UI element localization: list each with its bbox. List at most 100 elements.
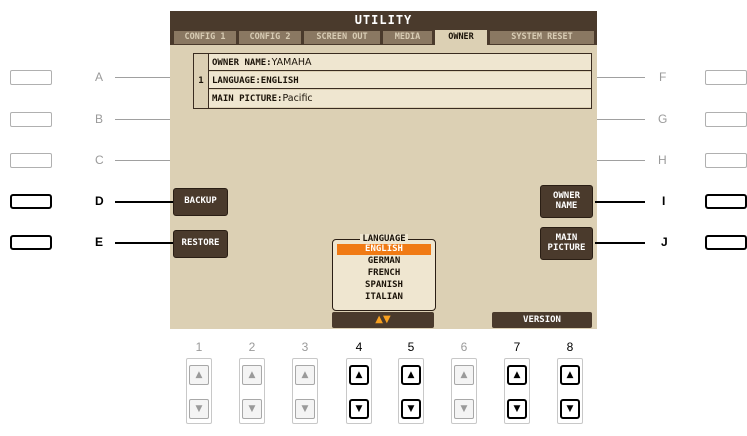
column-number-4: 4 — [355, 340, 363, 354]
owner-name-value: YAMAHA — [271, 57, 312, 68]
button-pair-1: ▲ ▼ — [186, 358, 212, 424]
button-j-label: J — [661, 235, 668, 249]
column-number-2: 2 — [248, 340, 256, 354]
button-pair-3: ▲ ▼ — [292, 358, 318, 424]
language-label: LANGUAGE: — [212, 76, 261, 86]
button-i-label: I — [662, 194, 666, 208]
button-pair-4: ▲ ▼ — [346, 358, 372, 424]
button-a[interactable] — [10, 70, 52, 85]
up-arrow-icon: ▲ — [355, 369, 363, 380]
button-pair-7: ▲ ▼ — [504, 358, 530, 424]
down-arrow-icon: ▼ — [460, 403, 468, 414]
button-pair-8: ▲ ▼ — [557, 358, 583, 424]
button-b-connector — [115, 119, 170, 120]
button-c[interactable] — [10, 153, 52, 168]
button-h[interactable] — [705, 153, 747, 168]
button-3-up[interactable]: ▲ — [295, 365, 315, 385]
button-d-connector — [115, 201, 173, 203]
button-1-up[interactable]: ▲ — [189, 365, 209, 385]
language-selector[interactable]: LANGUAGE ENGLISH GERMAN FRENCH SPANISH I… — [332, 234, 436, 311]
main-picture-label: MAIN PICTURE: — [212, 94, 283, 104]
button-f[interactable] — [705, 70, 747, 85]
button-i[interactable] — [705, 194, 747, 209]
up-arrow-icon: ▲ — [566, 369, 574, 380]
column-number-7: 7 — [513, 340, 521, 354]
down-arrow-icon: ▼ — [513, 403, 521, 414]
button-j[interactable] — [705, 235, 747, 250]
language-option-french[interactable]: FRENCH — [337, 268, 431, 279]
column-number-8: 8 — [566, 340, 574, 354]
down-arrow-icon: ▼ — [301, 403, 309, 414]
owner-name-button-line2: NAME — [555, 200, 578, 211]
tab-bar: CONFIG 1 CONFIG 2 SCREEN OUT MEDIA OWNER… — [170, 29, 597, 45]
button-4-up[interactable]: ▲ — [349, 365, 369, 385]
language-row: LANGUAGE:ENGLISH — [209, 72, 591, 89]
button-5-up[interactable]: ▲ — [401, 365, 421, 385]
restore-button[interactable]: RESTORE — [173, 230, 228, 258]
language-value: ENGLISH — [260, 76, 299, 86]
main-picture-button-line2: PICTURE — [547, 242, 586, 253]
version-button[interactable]: VERSION — [492, 312, 592, 328]
button-a-connector — [115, 77, 170, 78]
tab-media[interactable]: MEDIA — [383, 31, 432, 44]
button-b[interactable] — [10, 112, 52, 127]
up-down-arrow-button[interactable]: ▲▼ — [332, 312, 434, 328]
button-4-down[interactable]: ▼ — [349, 399, 369, 419]
up-arrow-icon: ▲ — [301, 369, 309, 380]
up-arrow-icon: ▲ — [407, 369, 415, 380]
button-2-up[interactable]: ▲ — [242, 365, 262, 385]
language-selector-title: LANGUAGE — [360, 234, 408, 244]
button-2-down[interactable]: ▼ — [242, 399, 262, 419]
down-arrow-icon: ▼ — [566, 403, 574, 414]
tab-system-reset[interactable]: SYSTEM RESET — [490, 31, 594, 44]
backup-button[interactable]: BACKUP — [173, 188, 228, 216]
lcd-screen: UTILITY CONFIG 1 CONFIG 2 SCREEN OUT MED… — [170, 11, 597, 329]
tab-screen-out[interactable]: SCREEN OUT — [304, 31, 380, 44]
button-pair-5: ▲ ▼ — [398, 358, 424, 424]
main-picture-button[interactable]: MAIN PICTURE — [540, 227, 593, 260]
button-8-up[interactable]: ▲ — [560, 365, 580, 385]
owner-name-label: OWNER NAME: — [212, 58, 272, 68]
tab-owner[interactable]: OWNER — [435, 30, 487, 45]
tab-config2[interactable]: CONFIG 2 — [239, 31, 301, 44]
language-option-german[interactable]: GERMAN — [337, 256, 431, 267]
button-h-label: H — [658, 153, 667, 167]
button-g-label: G — [658, 112, 668, 126]
button-c-label: C — [95, 153, 104, 167]
language-option-english[interactable]: ENGLISH — [337, 244, 431, 255]
button-8-down[interactable]: ▼ — [560, 399, 580, 419]
button-3-down[interactable]: ▼ — [295, 399, 315, 419]
up-arrow-icon: ▲ — [248, 369, 256, 380]
tab-config1[interactable]: CONFIG 1 — [174, 31, 236, 44]
button-g-connector — [597, 119, 645, 120]
button-f-connector — [597, 77, 645, 78]
button-6-up[interactable]: ▲ — [454, 365, 474, 385]
language-option-spanish[interactable]: SPANISH — [337, 280, 431, 291]
button-e[interactable] — [10, 235, 52, 250]
column-number-3: 3 — [301, 340, 309, 354]
button-f-label: F — [659, 70, 667, 84]
button-1-down[interactable]: ▼ — [189, 399, 209, 419]
owner-info-box: 1 OWNER NAME:YAMAHA LANGUAGE:ENGLISH MAI… — [193, 53, 592, 109]
button-i-connector — [595, 201, 645, 203]
button-pair-2: ▲ ▼ — [239, 358, 265, 424]
button-g[interactable] — [705, 112, 747, 127]
owner-name-button[interactable]: OWNER NAME — [540, 185, 593, 218]
button-d-label: D — [95, 194, 104, 208]
button-e-connector — [115, 242, 173, 244]
screen-title: UTILITY — [170, 11, 597, 29]
owner-name-row: OWNER NAME:YAMAHA — [209, 54, 591, 71]
up-arrow-icon: ▲ — [195, 369, 203, 380]
button-c-connector — [115, 160, 170, 161]
button-7-down[interactable]: ▼ — [507, 399, 527, 419]
button-5-down[interactable]: ▼ — [401, 399, 421, 419]
language-option-italian[interactable]: ITALIAN — [337, 292, 431, 303]
column-number-1: 1 — [195, 340, 203, 354]
button-7-up[interactable]: ▲ — [507, 365, 527, 385]
button-j-connector — [595, 242, 645, 244]
column-number-6: 6 — [460, 340, 468, 354]
main-picture-row: MAIN PICTURE:Pacific — [209, 90, 591, 107]
button-d[interactable] — [10, 194, 52, 209]
main-picture-value: Pacific — [282, 93, 313, 104]
button-6-down[interactable]: ▼ — [454, 399, 474, 419]
